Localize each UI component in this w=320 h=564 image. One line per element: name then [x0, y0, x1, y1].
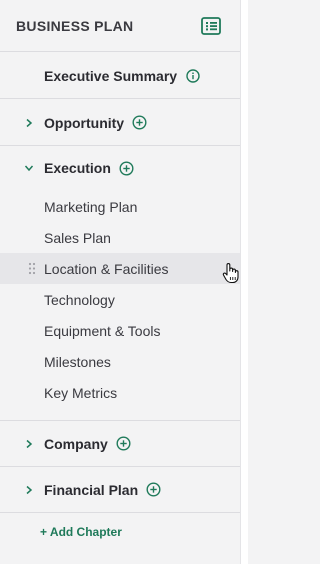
- chevron-right-icon[interactable]: [22, 437, 36, 451]
- section-label: Milestones: [44, 353, 111, 370]
- chapter-opportunity[interactable]: Opportunity: [0, 100, 240, 146]
- add-section-icon[interactable]: [146, 482, 161, 497]
- sidebar-title: BUSINESS PLAN: [16, 17, 134, 34]
- chapter-label: Opportunity: [44, 114, 125, 131]
- info-icon[interactable]: [185, 68, 200, 83]
- chapter-label: Execution: [44, 160, 111, 176]
- add-chapter-button[interactable]: + Add Chapter: [40, 525, 122, 539]
- chapter-executive-summary[interactable]: Executive Summary: [0, 53, 240, 99]
- chapter-label: Company: [44, 435, 108, 452]
- section-label: Technology: [44, 291, 115, 308]
- sidebar-header: BUSINESS PLAN: [0, 0, 240, 52]
- chevron-right-icon[interactable]: [22, 483, 36, 497]
- section-item[interactable]: Key Metrics: [0, 377, 240, 408]
- add-section-icon[interactable]: [119, 160, 134, 176]
- chapter-label: Executive Summary: [44, 67, 178, 84]
- business-plan-sidebar: BUSINESS PLAN Executive Summary Opportun…: [0, 0, 240, 564]
- chevron-down-icon[interactable]: [22, 161, 36, 175]
- hand-pointer-cursor-icon: [222, 262, 240, 284]
- section-item[interactable]: Milestones: [0, 346, 240, 377]
- chapter-financial-plan[interactable]: Financial Plan: [0, 467, 240, 513]
- add-section-icon[interactable]: [132, 115, 147, 130]
- chevron-right-icon[interactable]: [22, 116, 36, 130]
- section-label: Location & Facilities: [44, 260, 169, 277]
- section-item[interactable]: Marketing Plan: [0, 191, 240, 222]
- section-item[interactable]: Equipment & Tools: [0, 315, 240, 346]
- chapter-company[interactable]: Company: [0, 421, 240, 467]
- chapter-execution[interactable]: Execution: [0, 146, 240, 190]
- drag-handle-icon[interactable]: [28, 262, 36, 275]
- section-item[interactable]: Technology: [0, 284, 240, 315]
- add-section-icon[interactable]: [116, 436, 131, 451]
- section-label: Key Metrics: [44, 384, 118, 401]
- outline-list-icon[interactable]: [200, 15, 222, 37]
- chapter-execution-block: Execution Marketing Plan Sales Plan Loca…: [0, 146, 240, 421]
- section-item-active[interactable]: Location & Facilities: [0, 253, 240, 284]
- chapter-label: Financial Plan: [44, 481, 139, 498]
- scrollbar-track[interactable]: [240, 0, 248, 564]
- section-label: Sales Plan: [44, 229, 111, 246]
- section-label: Equipment & Tools: [44, 322, 161, 339]
- section-item[interactable]: Sales Plan: [0, 222, 240, 253]
- section-label: Marketing Plan: [44, 198, 138, 215]
